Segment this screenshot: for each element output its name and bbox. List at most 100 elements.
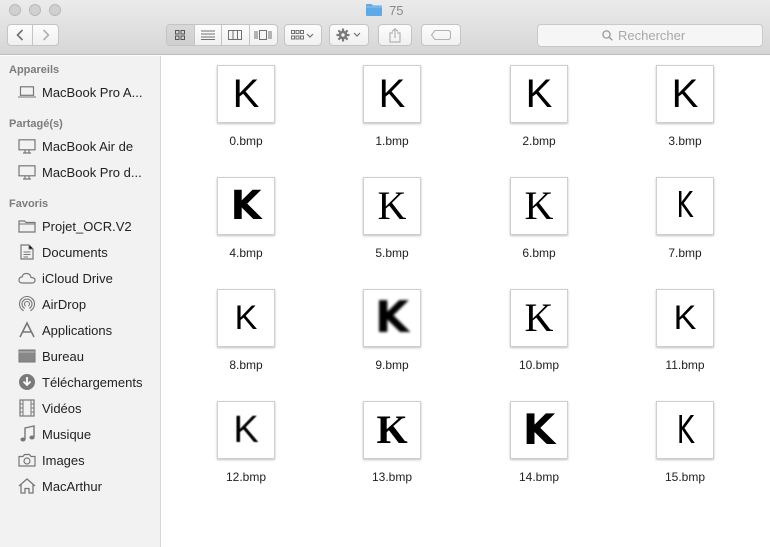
tag-icon: [431, 30, 451, 40]
sidebar-item-images[interactable]: Images: [0, 448, 160, 472]
home-icon: [17, 477, 37, 495]
icon-view-button[interactable]: [167, 25, 195, 45]
sidebar-item-label: MacBook Pro A...: [42, 84, 143, 100]
search-icon: [602, 30, 613, 41]
file-name: 7.bmp: [668, 246, 702, 260]
share-button[interactable]: [378, 24, 412, 46]
sidebar-item-icloud-drive[interactable]: iCloud Drive: [0, 266, 160, 290]
arrange-grid-icon: [291, 30, 314, 40]
film-icon: [17, 399, 37, 417]
file-preview-glyph: K: [524, 183, 554, 228]
coverflow-view-icon: [254, 30, 272, 40]
sidebar-section-shared: Partagé(s): [9, 118, 63, 130]
coverflow-view-button[interactable]: [250, 25, 277, 45]
file-thumbnail: K: [363, 289, 421, 347]
sidebar-item-label: Applications: [42, 322, 113, 338]
file-name: 14.bmp: [518, 470, 560, 484]
file-preview-glyph: K: [676, 408, 694, 452]
file-item[interactable]: K 10.bmp: [489, 280, 589, 380]
sidebar-item-macbook-air[interactable]: MacBook Air de: [0, 134, 160, 158]
file-name: 13.bmp: [371, 470, 413, 484]
action-button[interactable]: [329, 24, 369, 46]
sidebar-item-label: MacBook Air de: [42, 138, 134, 154]
file-preview-glyph: K: [377, 183, 407, 228]
sidebar-item-musique[interactable]: Musique: [0, 422, 160, 446]
file-thumbnail: K: [510, 289, 568, 347]
file-thumbnail: K: [656, 401, 714, 459]
sidebar-item-applications[interactable]: Applications: [0, 318, 160, 342]
file-grid: K 0.bmp K 1.bmp K 2.bmp K 3.bmp K 4.bmp …: [162, 56, 770, 547]
file-item[interactable]: K 2.bmp: [489, 56, 589, 156]
search-field[interactable]: [537, 24, 763, 47]
finder-window: 75 Rechercher Appareils MacBook Pro A...…: [0, 0, 770, 547]
file-preview-glyph: K: [673, 299, 697, 337]
list-view-button[interactable]: [195, 25, 222, 45]
file-thumbnail: K: [656, 289, 714, 347]
file-item[interactable]: K 9.bmp: [342, 280, 442, 380]
file-name: 8.bmp: [229, 358, 263, 372]
desktop-icon: [17, 347, 37, 365]
file-item[interactable]: K 3.bmp: [635, 56, 735, 156]
file-name: 3.bmp: [668, 134, 702, 148]
file-preview-glyph: K: [525, 72, 553, 116]
sidebar-item-airdrop[interactable]: AirDrop: [0, 292, 160, 316]
sidebar-section-devices: Appareils: [9, 64, 60, 76]
arrange-button[interactable]: [284, 24, 322, 46]
download-icon: [17, 373, 37, 391]
file-item[interactable]: K 6.bmp: [489, 168, 589, 268]
sidebar-item-telechargements[interactable]: Téléchargements: [0, 370, 160, 394]
file-preview-glyph: K: [524, 295, 554, 340]
file-thumbnail: K: [656, 177, 714, 235]
file-preview-glyph: K: [676, 185, 694, 226]
sidebar-item-label: AirDrop: [42, 296, 87, 312]
file-item[interactable]: K 11.bmp: [635, 280, 735, 380]
file-name: 5.bmp: [375, 246, 409, 260]
sidebar-item-documents[interactable]: Documents: [0, 240, 160, 264]
column-view-button[interactable]: [222, 25, 250, 45]
forward-button[interactable]: [33, 25, 58, 45]
sidebar-item-macbook-pro[interactable]: MacBook Pro A...: [0, 80, 160, 104]
sidebar-item-label: iCloud Drive: [42, 270, 113, 286]
file-thumbnail: K: [217, 289, 275, 347]
sidebar-item-projet-ocr[interactable]: Projet_OCR.V2: [0, 214, 160, 238]
file-preview-glyph: K: [232, 72, 260, 116]
sidebar-item-macbook-pro-shared[interactable]: MacBook Pro d...: [0, 160, 160, 184]
back-button[interactable]: [8, 25, 34, 45]
applications-icon: [17, 321, 37, 339]
file-item[interactable]: K 5.bmp: [342, 168, 442, 268]
file-name: 11.bmp: [665, 358, 705, 372]
file-item[interactable]: K 15.bmp: [635, 392, 735, 492]
file-name: 15.bmp: [664, 470, 706, 484]
sidebar-item-macarthur[interactable]: MacArthur: [0, 474, 160, 498]
file-item[interactable]: K 12.bmp: [196, 392, 296, 492]
file-name: 1.bmp: [375, 134, 409, 148]
file-thumbnail: K: [217, 401, 275, 459]
file-item[interactable]: K 1.bmp: [342, 56, 442, 156]
sidebar-item-videos[interactable]: Vidéos: [0, 396, 160, 420]
column-view-icon: [228, 30, 243, 40]
sidebar-section-favorites: Favoris: [9, 198, 49, 210]
file-name: 9.bmp: [375, 358, 409, 372]
document-icon: [17, 243, 37, 261]
file-item[interactable]: K 8.bmp: [196, 280, 296, 380]
file-name: 4.bmp: [229, 246, 263, 260]
file-item[interactable]: K 13.bmp: [342, 392, 442, 492]
file-item[interactable]: K 0.bmp: [196, 56, 296, 156]
file-name: 6.bmp: [522, 246, 556, 260]
search-input[interactable]: [618, 28, 698, 43]
toolbar: 75: [0, 0, 770, 55]
file-item[interactable]: K 4.bmp: [196, 168, 296, 268]
file-preview-glyph: K: [230, 183, 262, 229]
display-icon: [17, 137, 37, 155]
file-item[interactable]: K 14.bmp: [489, 392, 589, 492]
tags-button[interactable]: [421, 24, 461, 46]
navigation-buttons: [7, 24, 59, 46]
list-view-icon: [200, 30, 215, 40]
window-title: 75: [389, 3, 404, 19]
share-icon: [389, 27, 401, 43]
file-thumbnail: K: [363, 65, 421, 123]
folder-icon: [17, 217, 37, 235]
file-item[interactable]: K 7.bmp: [635, 168, 735, 268]
sidebar-item-bureau[interactable]: Bureau: [0, 344, 160, 368]
file-name: 12.bmp: [225, 470, 267, 484]
